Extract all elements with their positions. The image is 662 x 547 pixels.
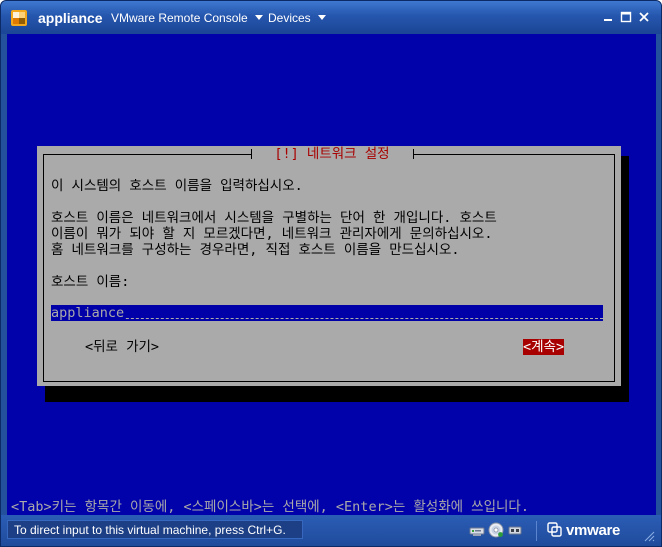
status-bar: To direct input to this virtual machine,… (1, 515, 661, 546)
dialog-title: [!] 네트워크 설정 (274, 146, 390, 162)
vmware-app-icon (11, 10, 27, 26)
go-back-button[interactable]: <뒤로 가기> (85, 339, 159, 355)
title-bar[interactable]: appliance VMware Remote Console Devices (1, 1, 661, 34)
vmware-logo: vmware (547, 521, 620, 539)
vm-console-screen[interactable]: [!] 네트워크 설정 이 시스템의 호스트 이름을 입력하십시오. 호스트 이… (7, 34, 656, 515)
close-icon[interactable] (637, 10, 651, 24)
hostname-input[interactable]: appliance (51, 305, 603, 321)
keyboard-help-line: <Tab>키는 항목간 이동에, <스페이스바>는 선택에, <Enter>는 … (11, 499, 529, 515)
hostname-label: 호스트 이름: (51, 274, 130, 290)
vmrc-window: appliance VMware Remote Console Devices … (0, 0, 662, 547)
maximize-icon[interactable] (619, 10, 633, 24)
menu-devices[interactable]: Devices (268, 11, 326, 25)
description-line-1: 호스트 이름은 네트워크에서 시스템을 구별하는 단어 한 개입니다. 호스트 (51, 210, 497, 226)
continue-button[interactable]: <계속> (523, 339, 565, 355)
title-bracket-right (413, 149, 414, 159)
chevron-down-icon (254, 15, 263, 21)
description-line-2: 이름이 뭐가 되야 할 지 모르겠다면, 네트워크 관리자에게 문의하십시오. (51, 226, 493, 242)
minimize-icon[interactable] (601, 10, 615, 24)
dialog-frame-top-right (413, 154, 614, 155)
status-message: To direct input to this virtual machine,… (7, 520, 303, 539)
vmware-logo-mark-icon (547, 522, 562, 537)
vmware-logo-text: vmware (566, 521, 621, 539)
status-separator (536, 521, 537, 541)
menu-label: Devices (268, 11, 311, 25)
description-line-3: 홈 네트워크를 구성하는 경우라면, 직접 호스트 이름을 만드십시오. (51, 242, 460, 258)
resize-grip-icon[interactable] (641, 528, 655, 542)
menu-label: VMware Remote Console (111, 11, 248, 25)
network-config-dialog: [!] 네트워크 설정 이 시스템의 호스트 이름을 입력하십시오. 호스트 이… (37, 146, 621, 386)
input-underline (51, 318, 603, 319)
usb-device-icon[interactable] (507, 522, 523, 538)
chevron-down-icon (317, 15, 326, 21)
hostname-value: appliance (51, 305, 126, 321)
cd-drive-icon[interactable] (488, 522, 504, 538)
menu-vmware-remote-console[interactable]: VMware Remote Console (111, 11, 263, 25)
network-adapter-icon[interactable] (469, 522, 485, 538)
app-title: appliance (38, 10, 103, 26)
title-bracket-left (251, 149, 252, 159)
prompt-text: 이 시스템의 호스트 이름을 입력하십시오. (51, 178, 303, 194)
dialog-frame-top-left (43, 154, 251, 155)
